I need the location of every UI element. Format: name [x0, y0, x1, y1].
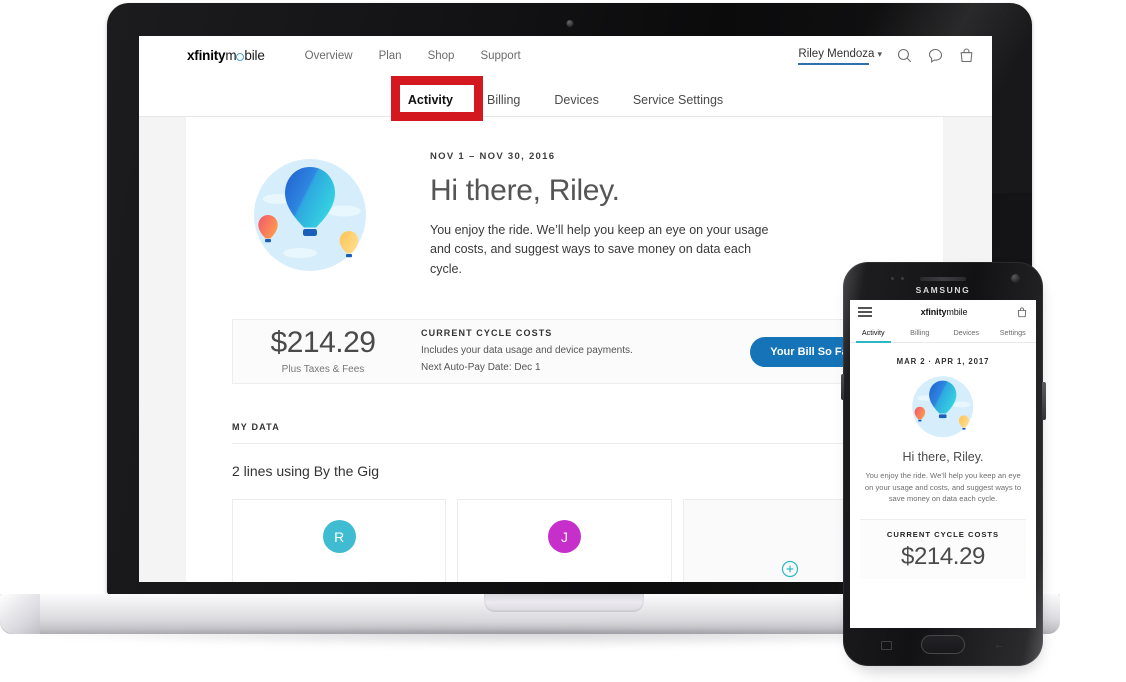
- my-data-section: MY DATA 2 lines using By the Gig: [232, 422, 897, 479]
- tab-devices[interactable]: Devices: [537, 93, 615, 116]
- phone-description: You enjoy the ride. We’ll help you keep …: [864, 471, 1022, 504]
- phone-tabs: Activity Billing Devices Settings: [850, 324, 1036, 343]
- account-name: Riley Mendoza: [798, 48, 875, 60]
- hamburger-menu-icon[interactable]: [858, 305, 872, 320]
- tab-service-settings[interactable]: Service Settings: [616, 93, 740, 116]
- section-tabs: Activity Billing Devices Service Setting…: [139, 75, 992, 117]
- nav-link-overview[interactable]: Overview: [305, 50, 353, 62]
- phone-xfinity-mobile-logo[interactable]: xfinitymbile: [872, 307, 1016, 317]
- hero-section: NOV 1 – NOV 30, 2016 Hi there, Riley. Yo…: [186, 117, 943, 279]
- avatar: R: [322, 520, 356, 554]
- shopping-bag-icon[interactable]: [958, 47, 975, 64]
- phone-top-bar: xfinitymbile: [850, 300, 1036, 324]
- back-icon[interactable]: ←: [994, 640, 1005, 651]
- my-data-heading: MY DATA: [232, 422, 897, 445]
- laptop-base-left-edge: [0, 594, 40, 634]
- top-nav-right-cluster: Riley Mendoza ▾: [798, 47, 975, 65]
- nav-link-shop[interactable]: Shop: [428, 50, 455, 62]
- cost-heading: CURRENT CYCLE COSTS: [421, 328, 553, 339]
- nav-link-support[interactable]: Support: [480, 50, 520, 62]
- webcam-icon: [566, 20, 573, 27]
- device-card-grid: R J: [232, 499, 897, 582]
- lines-summary: 2 lines using By the Gig: [232, 463, 380, 480]
- brand-bold: xfinity: [187, 48, 226, 63]
- chevron-down-icon: ▾: [877, 49, 882, 59]
- cost-amount: $214.29: [270, 326, 376, 360]
- phone-current-cycle-cost: CURRENT CYCLE COSTS $214.29: [860, 518, 1026, 579]
- phone-illustration-wrap: [909, 373, 977, 446]
- device-card-r[interactable]: R: [232, 499, 447, 582]
- brand-bile: bile: [244, 48, 265, 63]
- light-sensor: [901, 277, 904, 280]
- phone-cost-heading: CURRENT CYCLE COSTS: [886, 529, 1000, 539]
- phone-device: SAMSUNG xfinitymbile Activity Billing De…: [841, 262, 1046, 674]
- avatar: J: [547, 520, 581, 554]
- device-card-j[interactable]: J: [457, 499, 672, 582]
- phone-tab-activity[interactable]: Activity: [850, 324, 897, 343]
- devices-tab-highlight-box: [391, 76, 483, 121]
- hero-description: You enjoy the ride. We’ll help you keep …: [430, 223, 769, 276]
- cost-amount-block: $214.29 Plus Taxes & Fees: [257, 326, 389, 376]
- cost-detail-line-2: Next Auto-Pay Date: Dec 1: [421, 361, 541, 373]
- laptop-base-notch: [484, 594, 644, 612]
- cost-amount-note: Plus Taxes & Fees: [281, 364, 365, 376]
- phone-brand-label: SAMSUNG: [915, 285, 971, 295]
- proximity-sensor: [891, 277, 894, 280]
- plus-circle-icon: [781, 561, 798, 578]
- page-title: Hi there, Riley.: [430, 174, 620, 207]
- phone-content: MAR 2 · APR 1, 2017 Hi there, Riley. You…: [850, 343, 1036, 579]
- phone-brand-m: m: [946, 307, 954, 317]
- cost-detail-line-1: Includes your data usage and device paym…: [421, 345, 633, 357]
- hot-air-balloon-illustration: [253, 158, 366, 271]
- phone-power-button[interactable]: [1042, 382, 1046, 420]
- account-menu[interactable]: Riley Mendoza ▾: [798, 48, 882, 65]
- xfinity-mobile-logo[interactable]: xfinitym bile: [187, 48, 265, 63]
- hero-text: NOV 1 – NOV 30, 2016 Hi there, Riley. Yo…: [382, 151, 770, 279]
- nav-link-plan[interactable]: Plan: [379, 50, 402, 62]
- cost-info-block: CURRENT CYCLE COSTS Includes your data u…: [421, 328, 633, 375]
- phone-page-title: Hi there, Riley.: [902, 450, 984, 464]
- content-card: NOV 1 – NOV 30, 2016 Hi there, Riley. Yo…: [186, 117, 943, 582]
- brand-m: m: [225, 48, 237, 63]
- phone-brand-bile: bile: [953, 307, 968, 317]
- phone-earpiece: [920, 277, 966, 281]
- billing-cycle-dates: NOV 1 – NOV 30, 2016: [430, 151, 556, 162]
- shopping-bag-icon[interactable]: [1016, 306, 1028, 319]
- phone-screen: xfinitymbile Activity Billing Devices Se…: [850, 300, 1036, 628]
- phone-brand-bold: xfinity: [920, 307, 947, 317]
- chat-bubble-icon[interactable]: [927, 47, 944, 64]
- front-camera-icon: [1011, 274, 1020, 283]
- hot-air-balloon-illustration: [912, 376, 974, 438]
- hero-illustration-wrap: [186, 153, 382, 278]
- current-cycle-cost-bar: $214.29 Plus Taxes & Fees CURRENT CYCLE …: [232, 319, 897, 385]
- top-navigation-bar: xfinitym bile Overview Plan Shop Support …: [139, 36, 992, 75]
- phone-billing-cycle-dates: MAR 2 · APR 1, 2017: [896, 357, 990, 366]
- phone-cost-amount: $214.29: [901, 542, 985, 570]
- home-button[interactable]: [921, 635, 965, 654]
- screenshot-stage: xfinitym bile Overview Plan Shop Support …: [0, 0, 1126, 682]
- top-nav-links: Overview Plan Shop Support: [305, 50, 521, 62]
- phone-body: SAMSUNG xfinitymbile Activity Billing De…: [841, 262, 1046, 666]
- phone-volume-button[interactable]: [841, 374, 844, 400]
- phone-tab-billing[interactable]: Billing: [897, 324, 944, 342]
- phone-tab-devices[interactable]: Devices: [943, 324, 990, 342]
- search-icon[interactable]: [896, 47, 913, 64]
- recent-apps-icon[interactable]: [881, 641, 892, 650]
- phone-tab-settings[interactable]: Settings: [990, 324, 1037, 342]
